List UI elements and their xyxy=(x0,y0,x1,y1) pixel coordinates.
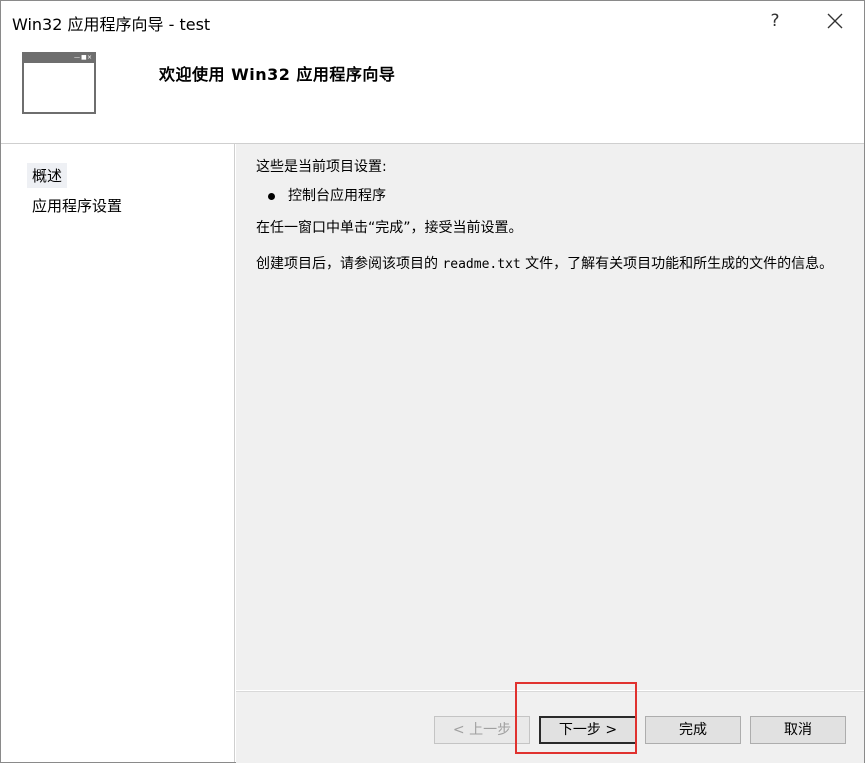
next-button-highlight xyxy=(515,682,637,754)
readme-info-prefix: 创建项目后，请参阅该项目的 xyxy=(256,256,443,272)
banner-title: 欢迎使用 Win32 应用程序向导 xyxy=(159,65,396,84)
wizard-window: Win32 应用程序向导 - test ? — ■ × 欢迎使用 Win32 应… xyxy=(0,0,865,763)
window-title: Win32 应用程序向导 - test xyxy=(12,15,211,34)
readme-info-suffix: 文件，了解有关项目功能和所生成的文件的信息。 xyxy=(520,256,834,272)
bullet-icon xyxy=(268,192,275,200)
cancel-button[interactable]: 取消 xyxy=(750,716,846,744)
window-icon: — ■ × xyxy=(22,52,96,114)
readme-info: 创建项目后，请参阅该项目的 readme.txt 文件，了解有关项目功能和所生成… xyxy=(256,256,846,273)
title-bar: Win32 应用程序向导 - test ? xyxy=(1,1,864,41)
finish-instruction: 在任一窗口中单击“完成”，接受当前设置。 xyxy=(256,220,523,236)
nav-item-app-settings[interactable]: 应用程序设置 xyxy=(27,193,127,218)
finish-button[interactable]: 完成 xyxy=(645,716,741,744)
list-item: 控制台应用程序 xyxy=(268,185,386,205)
bullet-text: 控制台应用程序 xyxy=(288,188,386,204)
header-banner: — ■ × 欢迎使用 Win32 应用程序向导 xyxy=(1,41,864,144)
help-button[interactable]: ? xyxy=(761,7,789,35)
close-button[interactable] xyxy=(821,7,849,35)
nav-item-overview[interactable]: 概述 xyxy=(27,163,68,188)
settings-heading: 这些是当前项目设置: xyxy=(256,159,387,175)
wizard-nav: 概述 应用程序设置 xyxy=(1,144,235,762)
close-icon xyxy=(827,13,843,29)
readme-filename: readme.txt xyxy=(442,257,521,272)
content-panel: 这些是当前项目设置: 控制台应用程序 在任一窗口中单击“完成”，接受当前设置。 … xyxy=(236,144,864,690)
